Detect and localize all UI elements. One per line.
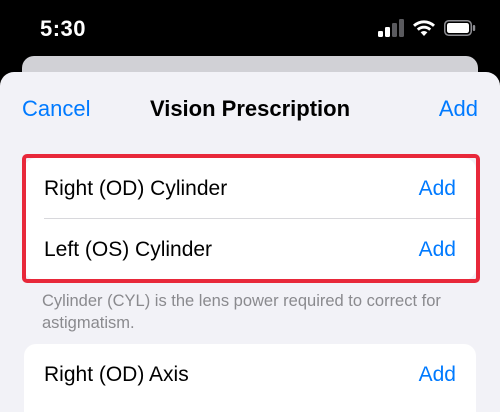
cylinder-footnote: Cylinder (CYL) is the lens power require…: [42, 292, 441, 332]
cylinder-card: Right (OD) Cylinder Add Left (OS) Cylind…: [24, 158, 476, 280]
status-icons: [378, 18, 476, 42]
nav-bar: Cancel Vision Prescription Add: [0, 72, 500, 148]
right-cylinder-label: Right (OD) Cylinder: [44, 176, 228, 200]
wifi-icon: [412, 19, 436, 42]
left-cylinder-row[interactable]: Left (OS) Cylinder Add: [24, 219, 476, 280]
status-bar: 5:30: [0, 0, 500, 62]
right-cylinder-row[interactable]: Right (OD) Cylinder Add: [24, 158, 476, 219]
cellular-signal-icon: [378, 18, 404, 42]
right-axis-row[interactable]: Right (OD) Axis Add: [24, 344, 476, 405]
left-cylinder-add-button[interactable]: Add: [419, 238, 456, 262]
left-cylinder-label: Left (OS) Cylinder: [44, 237, 213, 261]
right-cylinder-add-button[interactable]: Add: [419, 177, 456, 201]
axis-card: Right (OD) Axis Add: [24, 344, 476, 412]
battery-icon: [444, 19, 476, 41]
cancel-button[interactable]: Cancel: [22, 96, 90, 122]
vision-prescription-sheet: Cancel Vision Prescription Add Right (OD…: [0, 72, 500, 412]
right-axis-add-button[interactable]: Add: [419, 363, 456, 387]
add-button[interactable]: Add: [439, 96, 478, 122]
right-axis-label: Right (OD) Axis: [44, 362, 189, 386]
status-time: 5:30: [40, 16, 87, 41]
